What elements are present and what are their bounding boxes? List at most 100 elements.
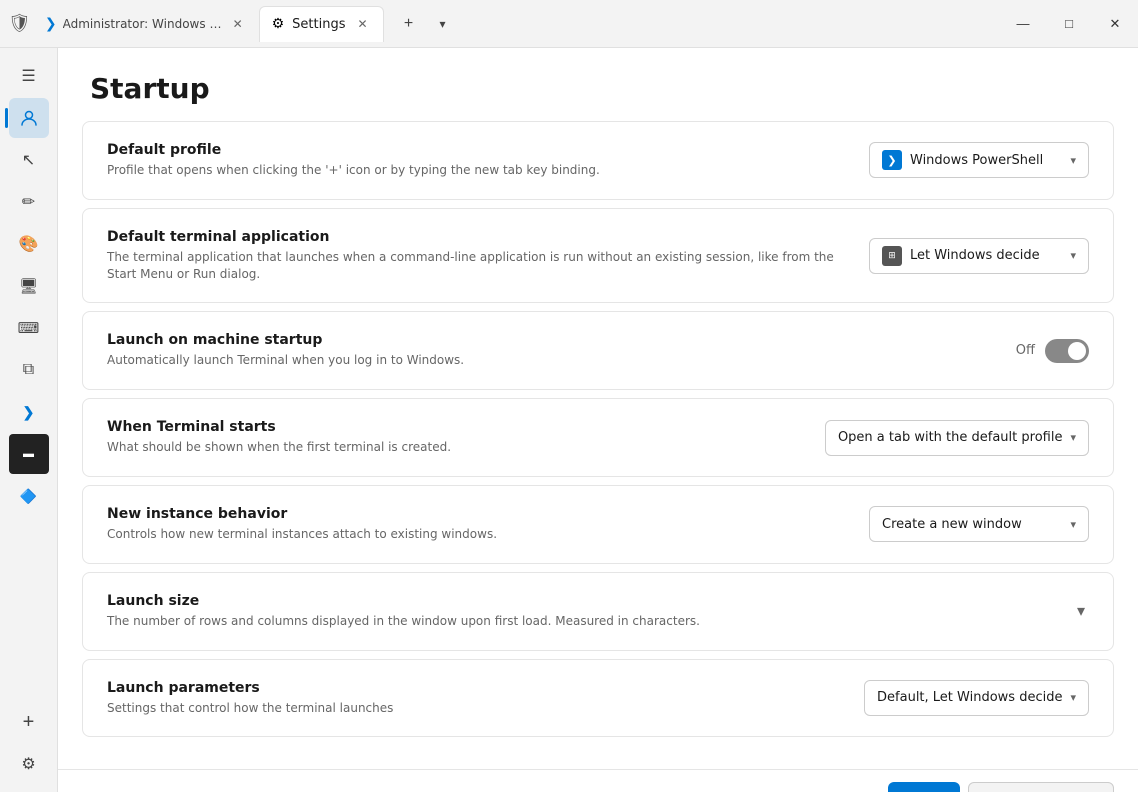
sidebar-item-layers[interactable]: ⧉	[9, 350, 49, 390]
launch-startup-row: Launch on machine startup Automatically …	[83, 312, 1113, 389]
sidebar-item-extra[interactable]: 🔷	[9, 476, 49, 516]
settings-container: Default profile Profile that opens when …	[58, 121, 1138, 769]
default-terminal-content: Default terminal application The termina…	[107, 229, 853, 283]
default-terminal-dropdown-inner: ⊞ Let Windows decide	[882, 246, 1040, 266]
page-header: Startup	[58, 48, 1138, 121]
tab-ps-icon: ❯	[45, 16, 57, 32]
sidebar-item-monitor[interactable]: 🖥	[9, 266, 49, 306]
terminal-icon: ⊞	[882, 246, 902, 266]
ps-icon: ❯	[882, 150, 902, 170]
minimize-button[interactable]: —	[1000, 8, 1046, 40]
when-starts-row: When Terminal starts What should be show…	[83, 399, 1113, 476]
settings-tab-icon: ⚙	[272, 16, 285, 32]
when-starts-dropdown-inner: Open a tab with the default profile	[838, 430, 1063, 445]
new-instance-content: New instance behavior Controls how new t…	[107, 506, 853, 543]
titlebar: 🛡 ❯ Administrator: Windows Power... ✕ ⚙ …	[0, 0, 1138, 48]
window-controls: — □ ✕	[1000, 8, 1138, 40]
save-button[interactable]: Save	[888, 782, 960, 792]
default-terminal-row: Default terminal application The termina…	[83, 209, 1113, 303]
launch-size-content: Launch size The number of rows and colum…	[107, 593, 1073, 630]
new-instance-dropdown[interactable]: Create a new window ▾	[869, 506, 1089, 542]
discard-button[interactable]: Discard changes	[968, 782, 1114, 792]
toggle-row: Off	[1016, 339, 1089, 363]
menu-toggle[interactable]: ☰	[9, 56, 49, 96]
sidebar-item-pointer[interactable]: ↖	[9, 140, 49, 180]
new-instance-label: New instance behavior	[107, 506, 853, 522]
launch-startup-desc: Automatically launch Terminal when you l…	[107, 352, 1000, 369]
section-launch-params: Launch parameters Settings that control …	[82, 659, 1114, 738]
chevron-down-icon: ▾	[1070, 154, 1076, 167]
tab-settings[interactable]: ⚙ Settings ✕	[259, 6, 385, 42]
tab-dropdown-button[interactable]: ▾	[426, 8, 458, 40]
when-starts-desc: What should be shown when the first term…	[107, 439, 809, 456]
sidebar-item-terminal[interactable]: ▬	[9, 434, 49, 474]
launch-params-row: Launch parameters Settings that control …	[83, 660, 1113, 737]
section-when-starts: When Terminal starts What should be show…	[82, 398, 1114, 477]
launch-params-content: Launch parameters Settings that control …	[107, 680, 848, 717]
tab-settings-close[interactable]: ✕	[353, 15, 371, 33]
new-instance-value: Create a new window	[882, 517, 1022, 532]
chevron-down-icon-2: ▾	[1070, 249, 1076, 262]
chevron-down-icon-4: ▾	[1070, 518, 1076, 531]
sidebar-item-powershell[interactable]: ❯	[9, 392, 49, 432]
settings-button[interactable]: ⚙	[9, 744, 49, 784]
section-launch-startup: Launch on machine startup Automatically …	[82, 311, 1114, 390]
default-profile-value: Windows PowerShell	[910, 153, 1043, 168]
tab-powershell[interactable]: ❯ Administrator: Windows Power... ✕	[35, 6, 257, 42]
default-profile-content: Default profile Profile that opens when …	[107, 142, 853, 179]
sidebar-item-pen[interactable]: ✏	[9, 182, 49, 222]
tab-ps-close[interactable]: ✕	[229, 15, 247, 33]
launch-startup-content: Launch on machine startup Automatically …	[107, 332, 1000, 369]
launch-params-dropdown-inner: Default, Let Windows decide	[877, 690, 1062, 705]
close-button[interactable]: ✕	[1092, 8, 1138, 40]
maximize-button[interactable]: □	[1046, 8, 1092, 40]
main-content: Startup Default profile Profile that ope…	[58, 48, 1138, 792]
when-starts-dropdown[interactable]: Open a tab with the default profile ▾	[825, 420, 1089, 456]
page-title: Startup	[90, 72, 1106, 105]
launch-startup-toggle[interactable]	[1045, 339, 1089, 363]
new-tab-button[interactable]: +	[392, 8, 424, 40]
section-new-instance: New instance behavior Controls how new t…	[82, 485, 1114, 564]
toggle-thumb	[1068, 342, 1086, 360]
profile-settings-icon	[19, 108, 39, 128]
chevron-down-icon-5: ▾	[1070, 691, 1076, 704]
default-terminal-desc: The terminal application that launches w…	[107, 249, 853, 283]
default-profile-row: Default profile Profile that opens when …	[83, 122, 1113, 199]
launch-size-desc: The number of rows and columns displayed…	[107, 613, 1073, 630]
launch-params-label: Launch parameters	[107, 680, 848, 696]
section-default-terminal: Default terminal application The termina…	[82, 208, 1114, 304]
default-terminal-value: Let Windows decide	[910, 248, 1040, 263]
when-starts-label: When Terminal starts	[107, 419, 809, 435]
launch-size-label: Launch size	[107, 593, 1073, 609]
launch-startup-label: Launch on machine startup	[107, 332, 1000, 348]
footer: Save Discard changes	[58, 769, 1138, 792]
sidebar-item-profile[interactable]	[9, 98, 49, 138]
new-instance-row: New instance behavior Controls how new t…	[83, 486, 1113, 563]
shield-icon: 🛡	[8, 13, 31, 34]
launch-params-dropdown[interactable]: Default, Let Windows decide ▾	[864, 680, 1089, 716]
tab-settings-title: Settings	[292, 17, 345, 32]
sidebar-item-palette[interactable]: 🎨	[9, 224, 49, 264]
when-starts-content: When Terminal starts What should be show…	[107, 419, 809, 456]
launch-params-value: Default, Let Windows decide	[877, 690, 1062, 705]
default-profile-dropdown[interactable]: ❯ Windows PowerShell ▾	[869, 142, 1089, 178]
tab-ps-title: Administrator: Windows Power...	[63, 17, 223, 31]
section-launch-size: Launch size The number of rows and colum…	[82, 572, 1114, 651]
default-terminal-label: Default terminal application	[107, 229, 853, 245]
default-profile-label: Default profile	[107, 142, 853, 158]
launch-params-desc: Settings that control how the terminal l…	[107, 700, 848, 717]
new-instance-dropdown-inner: Create a new window	[882, 517, 1022, 532]
toggle-state-label: Off	[1016, 343, 1035, 358]
new-instance-desc: Controls how new terminal instances atta…	[107, 526, 853, 543]
default-terminal-dropdown[interactable]: ⊞ Let Windows decide ▾	[869, 238, 1089, 274]
chevron-down-icon-3: ▾	[1070, 431, 1076, 444]
launch-size-expand[interactable]: ▾	[1073, 597, 1089, 625]
launch-size-row[interactable]: Launch size The number of rows and colum…	[83, 573, 1113, 650]
sidebar: ☰ ↖ ✏ 🎨 🖥 ⌨ ⧉ ❯ ▬ 🔷 + ⚙	[0, 48, 58, 792]
when-starts-value: Open a tab with the default profile	[838, 430, 1063, 445]
default-profile-dropdown-inner: ❯ Windows PowerShell	[882, 150, 1043, 170]
section-default-profile: Default profile Profile that opens when …	[82, 121, 1114, 200]
sidebar-item-keyboard[interactable]: ⌨	[9, 308, 49, 348]
default-profile-desc: Profile that opens when clicking the '+'…	[107, 162, 853, 179]
sidebar-add-button[interactable]: +	[9, 702, 49, 742]
